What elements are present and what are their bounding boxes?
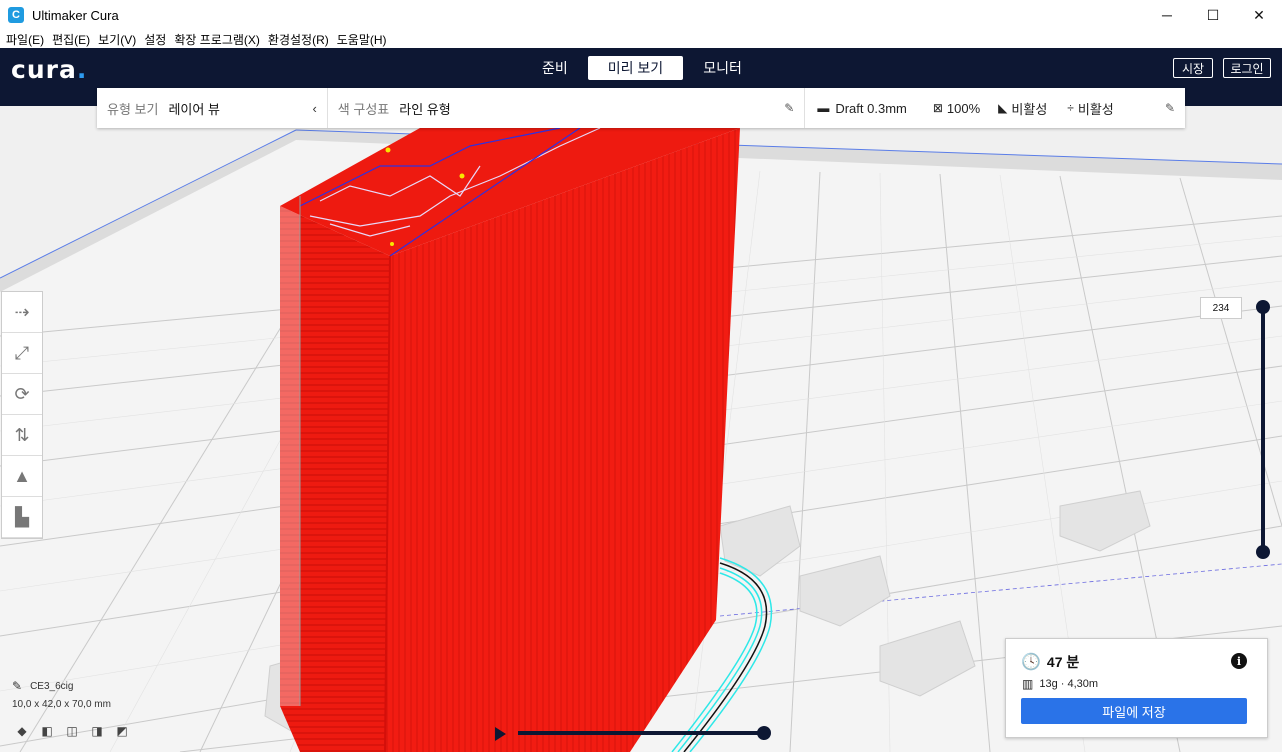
adhesion-icon: ÷ [1067, 101, 1074, 115]
stage-tabs: 준비 미리 보기 모니터 [522, 56, 762, 80]
color-scheme-label: 색 구성표 [337, 101, 390, 117]
view-toolbar: 유형 보기 레이어 뷰 ‹ 색 구성표 라인 유형 ✎ ▬ Draft 0.3m… [97, 88, 1185, 128]
layer-slider-upper-handle[interactable] [1256, 300, 1270, 314]
scale-tool-icon[interactable]: ⤢ [2, 333, 42, 374]
mirror-tool-icon[interactable]: ⇅ [2, 415, 42, 456]
save-to-file-button[interactable]: 파일에 저장 [1021, 698, 1247, 724]
support-value: 비활성 [1011, 101, 1048, 117]
infill-icon: ⊠ [932, 101, 943, 115]
spool-icon: ▥ [1022, 677, 1034, 691]
print-info-panel: 🕓 47 분 i ▥ 13g · 4,30m 파일에 저장 [1005, 638, 1268, 738]
window-title: Ultimaker Cura [32, 7, 119, 23]
move-tool-icon[interactable]: ⇢ [2, 292, 42, 333]
layer-number-label[interactable]: 234 [1200, 297, 1242, 319]
side-toolbar: ⇢ ⤢ ⟳ ⇅ ▲ ▙ [1, 291, 43, 539]
cura-app-icon: C [8, 7, 24, 23]
print-time-row: 🕓 47 분 [1021, 652, 1079, 672]
object-name[interactable]: CE3_6cig [30, 681, 73, 692]
profile-icon: ▬ [817, 101, 830, 115]
clock-icon: 🕓 [1021, 654, 1041, 671]
material-usage: 13g · 4,30m [1039, 678, 1099, 690]
rotate-tool-icon[interactable]: ⟳ [2, 374, 42, 415]
left-view-icon[interactable]: ◨ [88, 724, 106, 738]
print-settings-selector[interactable]: ▬ Draft 0.3mm ⊠ 100% ◣ 비활성 ÷ 비활성 ✎ [805, 88, 1185, 128]
info-icon[interactable]: i [1231, 653, 1247, 669]
play-icon[interactable] [495, 727, 506, 741]
3d-view-icon[interactable]: ◆ [13, 724, 31, 738]
menu-file[interactable]: 파일(E) [6, 31, 44, 48]
menu-settings[interactable]: 설정 [144, 31, 166, 48]
pencil-icon: ✎ [784, 101, 795, 115]
menu-edit[interactable]: 편집(E) [52, 31, 90, 48]
adhesion-value: 비활성 [1077, 101, 1114, 117]
support-blocker-icon[interactable]: ▙ [2, 497, 42, 538]
menu-view[interactable]: 보기(V) [98, 31, 136, 48]
menu-extensions[interactable]: 확장 프로그램(X) [174, 31, 260, 48]
infill-value: 100% [946, 100, 981, 116]
menu-bar: 파일(E) 편집(E) 보기(V) 설정 확장 프로그램(X) 환경설정(R) … [0, 30, 1282, 48]
close-button[interactable]: ✕ [1236, 0, 1282, 30]
color-scheme-value: 라인 유형 [399, 101, 451, 117]
color-scheme-selector[interactable]: 색 구성표 라인 유형 ✎ [328, 88, 806, 128]
view-type-selector[interactable]: 유형 보기 레이어 뷰 ‹ [97, 88, 328, 128]
pencil-icon: ✎ [12, 679, 23, 693]
profile-value: Draft 0.3mm [835, 100, 907, 116]
window-controls: ─ ☐ ✕ [1144, 0, 1282, 30]
window-titlebar: C Ultimaker Cura ─ ☐ ✕ [0, 0, 1282, 30]
login-button[interactable]: 로그인 [1223, 58, 1271, 78]
maximize-button[interactable]: ☐ [1190, 0, 1236, 30]
object-dimensions: 10,0 x 42,0 x 70,0 mm [12, 699, 111, 710]
print-time: 47 분 [1046, 654, 1080, 670]
top-view-icon[interactable]: ◫ [63, 724, 81, 738]
menu-help[interactable]: 도움말(H) [337, 31, 387, 48]
marketplace-button[interactable]: 시장 [1173, 58, 1213, 78]
material-row: ▥ 13g · 4,30m [1022, 677, 1098, 691]
menu-preferences[interactable]: 환경설정(R) [268, 31, 329, 48]
chevron-left-icon: ‹ [312, 100, 317, 116]
view-type-value: 레이어 뷰 [168, 101, 220, 117]
tab-preview[interactable]: 미리 보기 [587, 56, 684, 80]
front-view-icon[interactable]: ◧ [38, 724, 56, 738]
layer-slider-track[interactable] [1261, 307, 1265, 552]
pencil-icon: ✎ [1164, 101, 1175, 115]
right-view-icon[interactable]: ◩ [113, 724, 131, 738]
path-slider-track[interactable] [518, 731, 765, 735]
path-slider-handle[interactable] [757, 726, 771, 740]
minimize-button[interactable]: ─ [1144, 0, 1190, 30]
cura-logo: cura. [11, 55, 88, 84]
layer-slider-lower-handle[interactable] [1256, 545, 1270, 559]
tab-monitor[interactable]: 모니터 [683, 56, 762, 80]
support-icon: ◣ [998, 101, 1008, 115]
object-name-row: ✎ CE3_6cig [12, 679, 73, 693]
view-type-label: 유형 보기 [107, 101, 159, 117]
per-model-settings-icon[interactable]: ▲ [2, 456, 42, 497]
tab-prepare[interactable]: 준비 [522, 56, 588, 80]
camera-view-buttons: ◆ ◧ ◫ ◨ ◩ [13, 724, 138, 738]
